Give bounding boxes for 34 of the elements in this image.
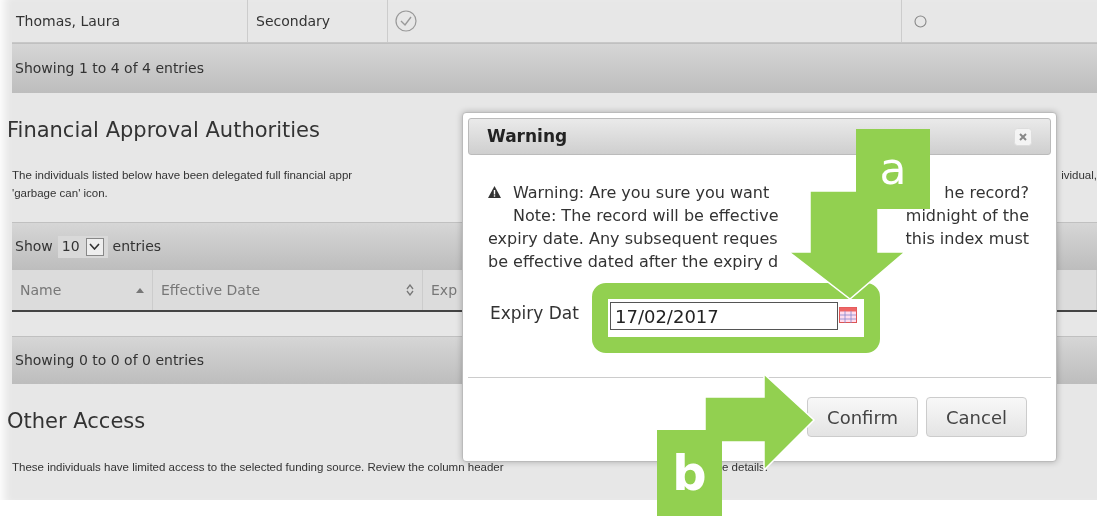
section-description: e details. bbox=[722, 460, 769, 475]
close-icon[interactable] bbox=[1014, 127, 1032, 146]
table-cell: Thomas, Laura bbox=[12, 0, 248, 42]
section-description: 'garbage can' icon. bbox=[12, 186, 108, 201]
table-cell: Secondary bbox=[248, 0, 388, 42]
section-heading: Financial Approval Authorities bbox=[7, 117, 320, 144]
dialog-button[interactable]: Cancel bbox=[926, 397, 1027, 437]
radio-button[interactable] bbox=[914, 14, 927, 28]
section-description: The individuals listed below have been delegated full financial appr bbox=[12, 168, 353, 183]
length-label: Show bbox=[15, 237, 53, 256]
dialog-title: Warning bbox=[487, 124, 568, 148]
table-info-text: Showing 1 to 4 of 4 entries bbox=[15, 59, 204, 78]
section-description: ividual, bbox=[1061, 168, 1097, 183]
section-description: These individuals have limited access to the selected funding source. Review the column header bbox=[12, 460, 505, 475]
callout-label: b bbox=[657, 430, 722, 516]
warning-message: Warning: Are you sure you want bbox=[513, 182, 770, 204]
warning-message: be effective dated after the expiry d bbox=[488, 251, 779, 273]
section-heading: Other Access bbox=[7, 408, 146, 435]
length-label: entries bbox=[112, 237, 162, 256]
warning-message: this index must bbox=[905, 228, 1029, 250]
chevron-down-icon bbox=[89, 243, 101, 250]
sort-icon bbox=[406, 284, 414, 296]
warning-icon bbox=[488, 186, 501, 198]
expiry-date-field[interactable]: 17/02/2017 bbox=[610, 302, 838, 330]
warning-message: expiry date. Any subsequent reques bbox=[488, 228, 778, 250]
dialog-button[interactable]: Confirm bbox=[807, 397, 918, 437]
warning-message: he record? bbox=[944, 182, 1029, 204]
table-info-text: Showing 0 to 0 of 0 entries bbox=[15, 351, 204, 370]
field-label: Expiry Dat bbox=[490, 302, 579, 325]
entries-dropdown[interactable]: 10 bbox=[57, 235, 108, 258]
warning-message: Note: The record will be effective bbox=[513, 205, 779, 227]
callout-label: a bbox=[856, 129, 930, 209]
sort-ascending-icon bbox=[136, 287, 144, 293]
calendar-icon[interactable] bbox=[839, 307, 857, 323]
